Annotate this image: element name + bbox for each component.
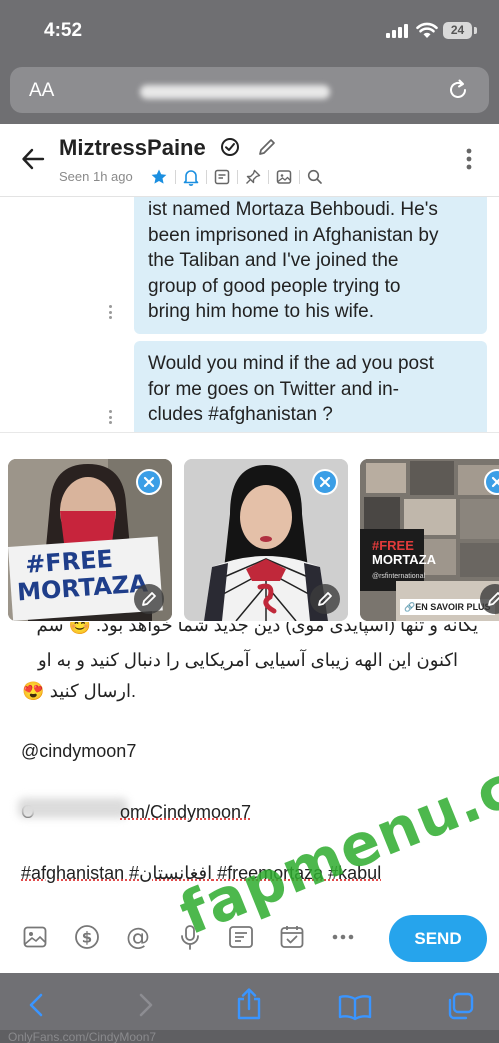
attached-media-strip: #FREE MORTAZA #FREE MORTAZA @rsfinternat… [0,432,499,623]
composer-link: om/Cindymoon7 [120,802,252,822]
schedule-calendar-icon[interactable] [278,923,306,951]
message-line: been imprisoned in Afghanistan by [148,224,439,246]
cellular-signal-icon [386,24,410,38]
search-icon[interactable] [306,168,324,186]
edit-media-button[interactable] [480,584,499,614]
message-line: cludes #afghanistan ? [148,404,333,425]
composer-line: اکنون این الهه زیبای آسیایی آمریکایی را … [37,650,458,670]
reload-icon[interactable] [446,78,470,107]
separator [175,170,176,184]
edit-pencil-icon[interactable] [257,137,277,162]
message-list: ist named Mortaza Behboudi. He's been im… [0,197,499,432]
chat-header: MiztressPaine Seen 1h ago [0,124,499,197]
status-time: 4:52 [44,20,83,41]
link-icon: 🔗 [404,602,416,612]
battery-tip [474,27,477,34]
address-bar[interactable]: AA [10,67,489,113]
back-arrow-icon[interactable] [20,146,46,177]
svg-text:$: $ [82,929,92,947]
share-icon[interactable] [234,987,264,1026]
last-seen-text: Seen 1h ago [59,169,133,184]
collage-headline-2: MORTAZA [372,552,437,567]
browser-url-area: AA [0,62,499,124]
message-line: the Taliban and I've joined the [148,250,399,271]
separator [299,170,300,184]
message-line: group of good people trying to [148,275,401,297]
remove-media-button[interactable] [484,469,499,495]
battery-icon: 24 [443,22,472,39]
message-bubble: Would you mind if the ad you post for me… [134,341,487,432]
note-icon[interactable] [213,168,231,186]
message-line: Would you mind if the ad you post [148,353,434,374]
collage-source: @rsfinternational [372,573,426,580]
composer-line-partial: یگانه و تنها (اسپایدی موی) دین جدید شما … [36,622,478,635]
composer-line: .ارسال کنید 😍 [22,681,136,701]
more-horizontal-icon[interactable] [329,923,357,951]
page-behind-text: OnlyFans.com/CindyMoon7 [0,1030,499,1043]
bell-icon[interactable] [182,168,200,186]
message-line: for me goes on Twitter and in- [148,378,399,400]
remove-media-button[interactable] [312,469,338,495]
more-options-icon[interactable] [466,148,472,175]
redacted-link-part [18,798,128,818]
mention-at-icon[interactable]: @ [124,923,152,951]
browser-forward-icon[interactable] [134,991,156,1024]
price-dollar-icon[interactable]: $ [73,923,101,951]
message-options-icon[interactable] [109,305,112,322]
message-line: bring him home to his wife. [148,301,374,322]
message-bubble: ist named Mortaza Behboudi. He's been im… [134,197,487,334]
browser-back-icon[interactable] [26,991,48,1024]
svg-text:@: @ [126,923,150,951]
media-thumbnail[interactable]: #FREE MORTAZA [8,459,172,621]
remove-media-button[interactable] [136,469,162,495]
separator [206,170,207,184]
composer-mention: @cindymoon7 [21,741,137,761]
message-options-icon[interactable] [109,410,112,427]
text-size-button[interactable]: AA [29,80,54,102]
send-button[interactable]: SEND [389,915,487,962]
pin-icon[interactable] [244,168,262,186]
chat-username[interactable]: MiztressPaine [59,135,206,161]
separator [268,170,269,184]
status-bar: 4:52 24 [0,0,499,62]
verified-badge-icon [220,137,240,162]
wifi-icon [416,22,438,44]
media-thumbnail[interactable] [184,459,348,621]
media-thumbnail[interactable]: #FREE MORTAZA @rsfinternational 🔗EN SAVO… [360,459,499,621]
separator [237,170,238,184]
star-icon[interactable] [150,168,168,186]
edit-media-button[interactable] [134,584,164,614]
edit-media-button[interactable] [310,584,340,614]
gallery-icon[interactable] [275,168,293,186]
redacted-url [140,85,330,99]
collage-headline-1: #FREE [372,538,414,553]
add-media-icon[interactable] [21,923,49,951]
tabs-icon[interactable] [445,991,475,1026]
bookmarks-icon[interactable] [338,993,372,1026]
message-line: ist named Mortaza Behboudi. He's [148,199,438,220]
